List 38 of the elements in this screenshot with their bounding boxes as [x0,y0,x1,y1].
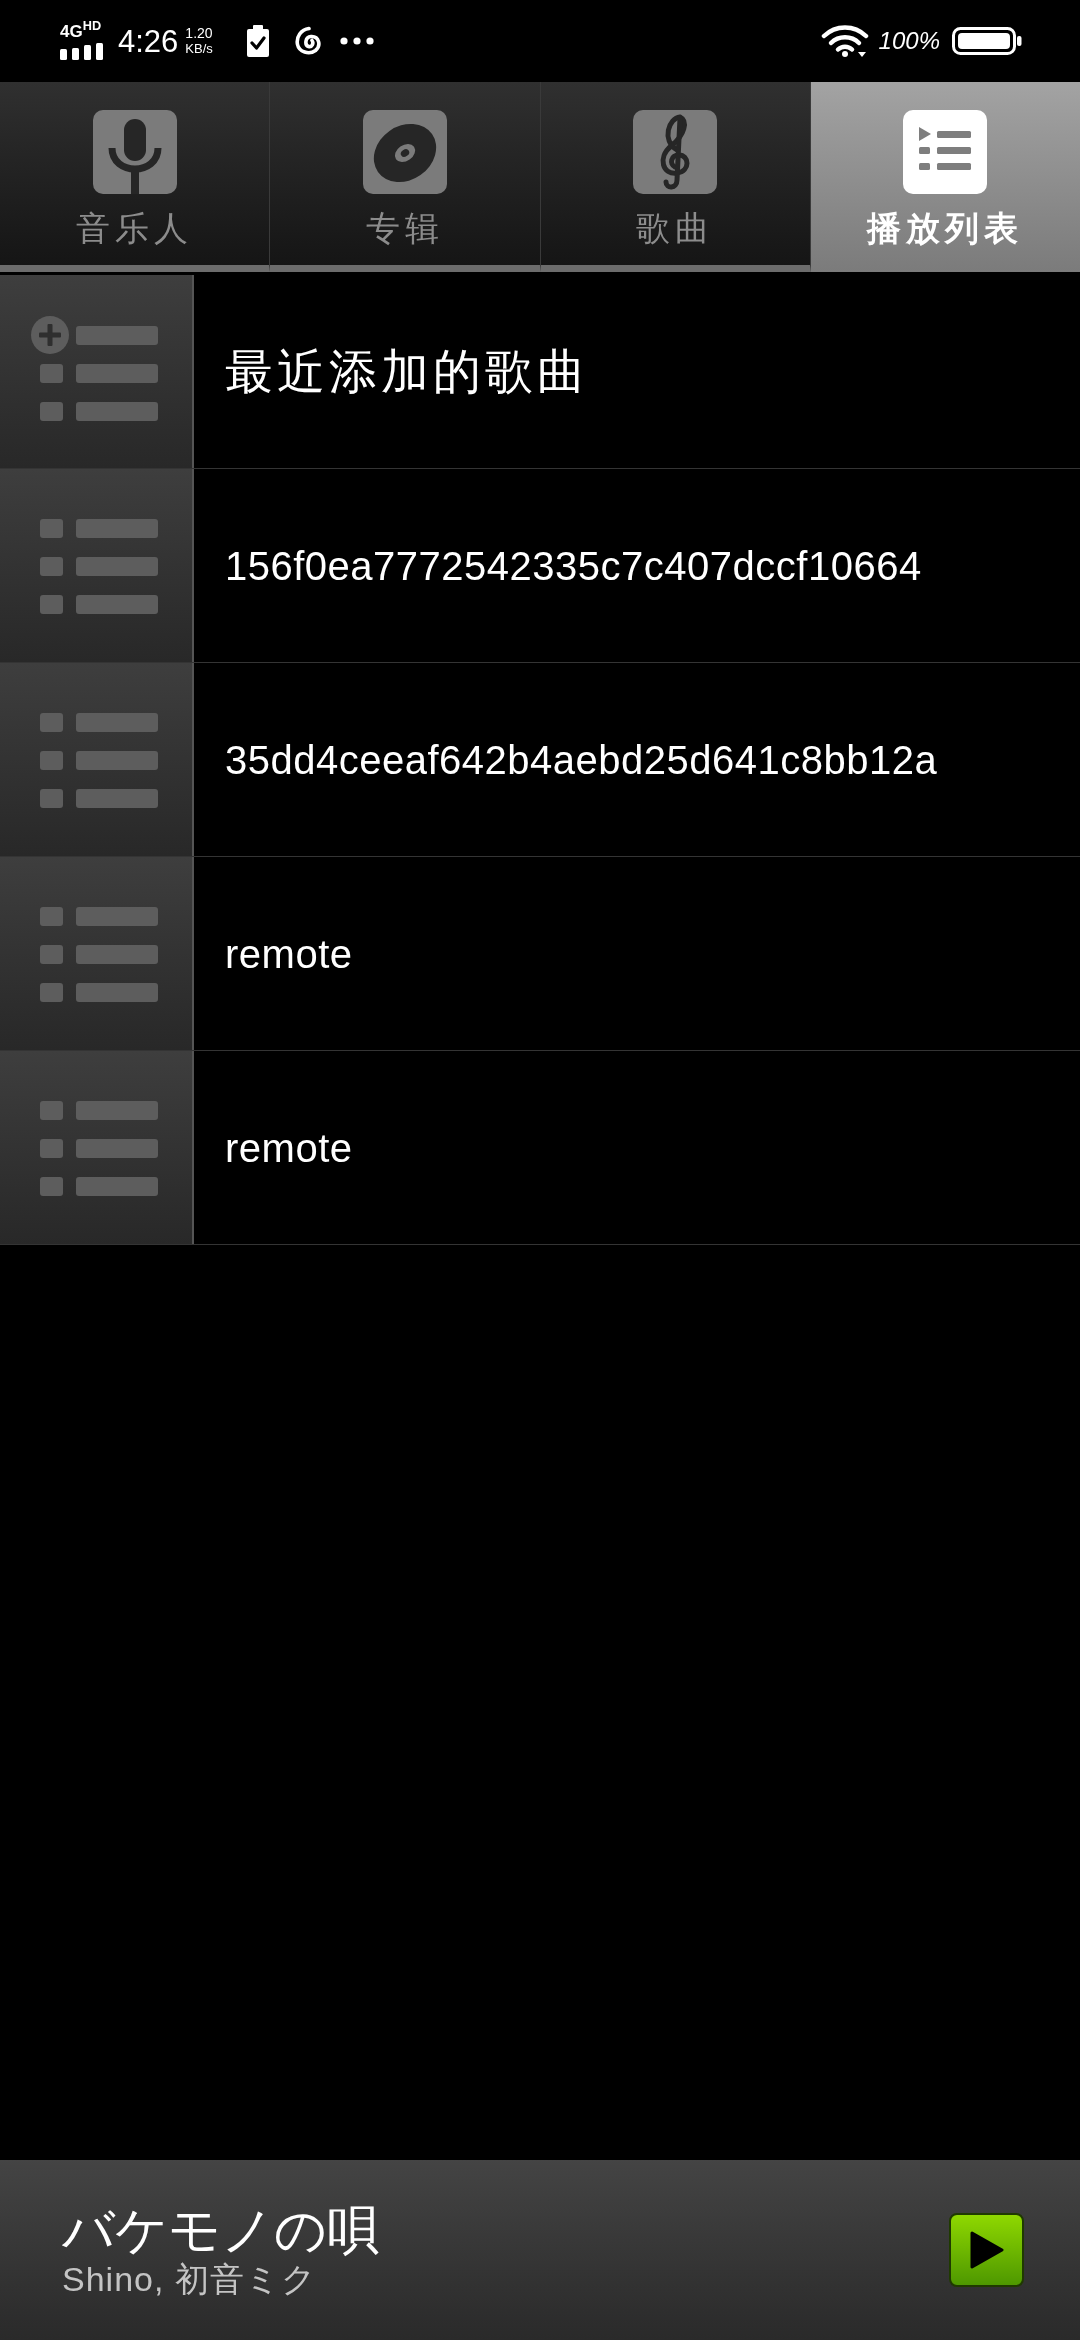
playlist-row[interactable]: 最近添加的歌曲 [0,275,1080,469]
wifi-icon [820,25,869,57]
now-playing-bar[interactable]: バケモノの唄 Shino, 初音ミク [0,2160,1080,2340]
dots-icon [339,37,374,45]
artist-name: Shino, 初音ミク [62,2259,317,2299]
playlist-row[interactable]: 35dd4ceeaf642b4aebd25d641c8bb12a [0,663,1080,857]
tab[interactable]: 播放列表 [810,82,1080,272]
list-icon [40,907,158,1002]
playlist-title: 最近添加的歌曲 [225,343,589,400]
treble-clef-icon [633,110,718,194]
playlist-title: remote [225,1124,353,1172]
playlist-row[interactable]: 156f0ea7772542335c7c407dccf10664 [0,469,1080,663]
song-title: バケモノの唄 [62,2201,379,2259]
speed-unit: KB/s [185,41,213,56]
list-icon [903,110,988,194]
tab[interactable]: 音乐人 [0,82,271,272]
playlist-title: remote [225,930,353,978]
playlist-title: 35dd4ceeaf642b4aebd25d641c8bb12a [225,736,938,784]
list-icon [40,519,158,614]
battery-icon [952,27,1022,55]
play-icon [969,2231,1004,2269]
playlist-title: 156f0ea7772542335c7c407dccf10664 [225,542,922,590]
signal-icon [60,42,104,60]
battery-percent: 100% [878,29,940,53]
add-list-icon [31,316,158,421]
playlist-row[interactable]: remote [0,857,1080,1051]
swirl-icon [293,26,322,56]
microphone-icon [92,110,177,194]
list-icon [40,713,158,808]
network-speed: 1.20 [185,26,213,41]
playlist-row[interactable]: remote [0,1051,1080,1245]
tab[interactable]: 专辑 [270,82,541,272]
tab[interactable]: 歌曲 [540,82,811,272]
clipboard-check-icon [245,25,270,57]
play-button[interactable] [949,2213,1024,2287]
list-icon [40,1101,158,1196]
clock: 4:26 [118,25,179,57]
network-type: 4G$^{HD}$ [60,22,102,41]
